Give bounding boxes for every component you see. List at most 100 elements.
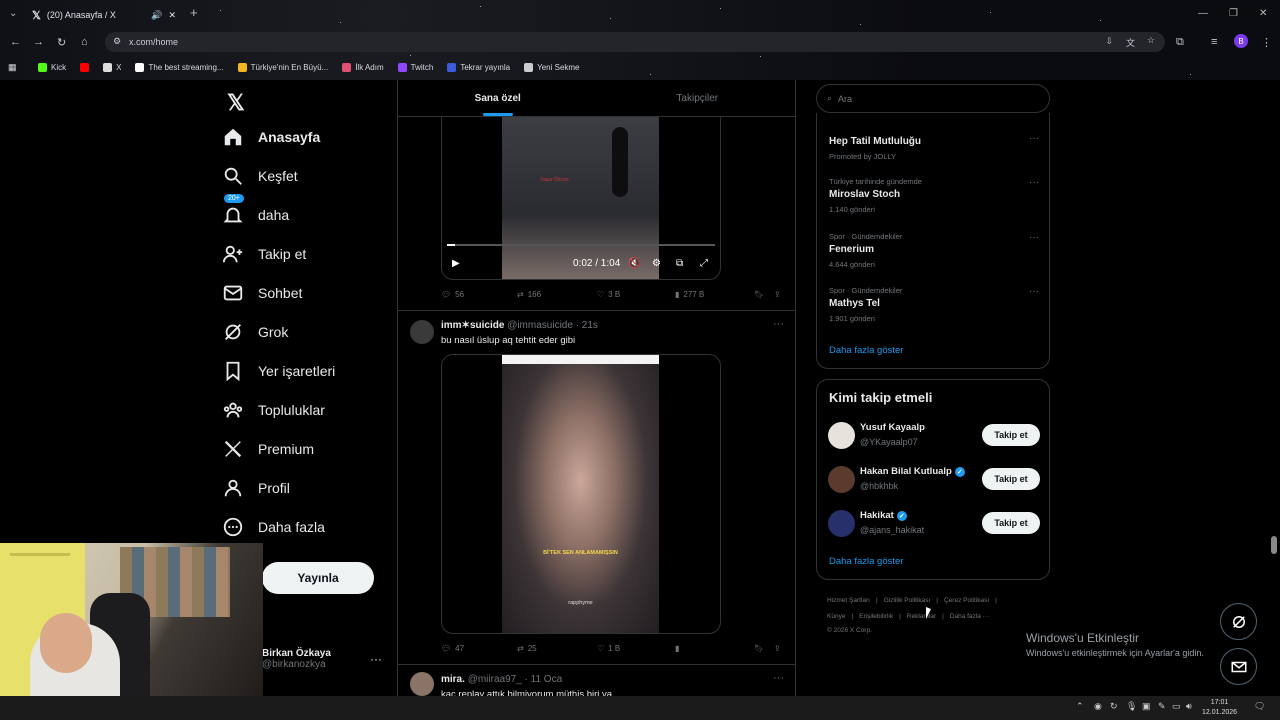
- bookmark-item[interactable]: Twitch: [397, 62, 433, 72]
- avatar[interactable]: [828, 422, 855, 449]
- reply-button[interactable]: 💬︎ 56: [441, 290, 464, 299]
- forward-icon[interactable]: →: [33, 36, 44, 48]
- bookmark-item[interactable]: Kick: [38, 62, 66, 72]
- video-progress-bar[interactable]: [447, 244, 715, 246]
- nav-item-7[interactable]: Yer işaretleri: [222, 360, 335, 382]
- follow-button[interactable]: Takip et: [982, 424, 1040, 446]
- nav-item-9[interactable]: Premium: [222, 438, 314, 460]
- account-switcher[interactable]: Birkan Özkaya @birkanozkya: [262, 648, 331, 670]
- avatar[interactable]: [410, 320, 434, 344]
- fullscreen-icon[interactable]: ⤢: [700, 258, 708, 269]
- bookmark-item[interactable]: [80, 62, 90, 72]
- follow-button[interactable]: Takip et: [982, 512, 1040, 534]
- trend-item[interactable]: Spor · Gündemdekiler Fenerium 4.644 gönder…: [829, 232, 1039, 269]
- site-info-icon[interactable]: ⚙: [113, 36, 121, 47]
- footer-link[interactable]: Künye: [827, 613, 845, 620]
- post-more-icon[interactable]: ···: [773, 672, 784, 684]
- footer-link[interactable]: Gizlilik Politikası: [884, 597, 931, 604]
- avatar[interactable]: [828, 510, 855, 537]
- repost-button[interactable]: ⇄ 25: [517, 644, 537, 653]
- tray-app-icon[interactable]: ◉: [1094, 701, 1102, 712]
- trend-item[interactable]: Hep Tatil Mutluluğu Promoted by JOLLY ···: [829, 133, 1039, 161]
- new-tab-icon[interactable]: +: [190, 5, 198, 20]
- avatar[interactable]: [410, 672, 434, 696]
- reply-button[interactable]: 💬︎ 47: [441, 644, 464, 653]
- profile-avatar[interactable]: B: [1234, 34, 1248, 48]
- follow-suggestion[interactable]: Hakan Bilal Kutlualp ✓ @hbkhbk Takip et: [828, 464, 1040, 494]
- like-button[interactable]: ♡ 1 B: [597, 644, 620, 653]
- mute-icon[interactable]: 🔇: [628, 258, 640, 269]
- nav-item-5[interactable]: Sohbet: [222, 282, 302, 304]
- views-button[interactable]: ▮ 277 B: [675, 290, 704, 299]
- post-more-icon[interactable]: ···: [773, 318, 784, 330]
- post-time[interactable]: · 11 Oca: [525, 674, 563, 685]
- account-more-icon[interactable]: ···: [370, 652, 382, 666]
- browser-menu-icon[interactable]: ⋮: [1261, 36, 1272, 49]
- minimize-icon[interactable]: —: [1198, 8, 1208, 19]
- bookmark-item[interactable]: Tekrar yayınla: [447, 62, 510, 72]
- tray-app2-icon[interactable]: ▣: [1142, 701, 1151, 712]
- tray-chevron-icon[interactable]: ⌃: [1076, 701, 1084, 712]
- avatar[interactable]: [828, 466, 855, 493]
- bookmark-item[interactable]: İlk Adım: [342, 62, 384, 72]
- like-button[interactable]: ♡ 3 B: [597, 290, 620, 299]
- nav-item-2[interactable]: Keşfet: [222, 165, 298, 187]
- share-button[interactable]: ⇪: [774, 290, 781, 299]
- tray-pen-icon[interactable]: ✎: [1158, 701, 1166, 712]
- nav-item-11[interactable]: Daha fazla: [222, 516, 325, 538]
- views-button[interactable]: ▮: [675, 644, 679, 653]
- search-box[interactable]: ⌕ Ara: [816, 84, 1050, 113]
- bookmark-item[interactable]: Yeni Sekme: [524, 62, 580, 72]
- follow-suggestion[interactable]: Yusuf Kayaalp @YKayaalp07 Takip et: [828, 420, 1040, 450]
- tab-following[interactable]: Takipçiler: [598, 80, 796, 116]
- trend-more-icon[interactable]: ···: [1029, 133, 1039, 144]
- trend-more-icon[interactable]: ···: [1029, 286, 1039, 297]
- video-settings-icon[interactable]: ⚙: [652, 258, 661, 269]
- network-icon[interactable]: ▭: [1172, 701, 1181, 712]
- media-controls-icon[interactable]: ≡: [1211, 36, 1217, 48]
- footer-link[interactable]: Erişilebilirlik: [859, 613, 893, 620]
- close-tab-icon[interactable]: ✕: [168, 10, 176, 21]
- browser-tab[interactable]: 𝕏 (20) Anasayfa / X 🔊 ✕: [24, 3, 184, 27]
- volume-icon[interactable]: 🔊︎: [1186, 701, 1192, 712]
- trend-item[interactable]: Türkiye tarihinde gündemde Miroslav Stoch…: [829, 177, 1039, 214]
- notifications-icon[interactable]: 🗨︎: [1254, 701, 1265, 712]
- trend-more-icon[interactable]: ···: [1029, 177, 1039, 188]
- footer-link[interactable]: Reklamlar: [907, 613, 936, 620]
- tab-list-chevron-icon[interactable]: ⌄: [9, 8, 17, 19]
- author-handle[interactable]: @miiraa97_: [468, 674, 522, 685]
- x-logo[interactable]: 𝕏: [227, 90, 245, 116]
- author-handle[interactable]: @immasuicide: [507, 320, 573, 331]
- install-icon[interactable]: ⇩: [1105, 36, 1113, 47]
- speaker-icon[interactable]: 🔊: [151, 10, 162, 21]
- nav-item-4[interactable]: Takip et: [222, 243, 306, 265]
- extensions-icon[interactable]: ⧉: [1176, 36, 1184, 49]
- follow-show-more[interactable]: Daha fazla göster: [829, 556, 903, 567]
- footer-link[interactable]: Hizmet Şartları: [827, 597, 870, 604]
- back-icon[interactable]: ←: [10, 36, 21, 48]
- bookmark-item[interactable]: The best streaming...: [135, 62, 224, 72]
- repost-button[interactable]: ⇄ 166: [517, 290, 541, 299]
- nav-item-3[interactable]: 20+ daha: [222, 194, 289, 226]
- follow-button[interactable]: Takip et: [982, 468, 1040, 490]
- post-media[interactable]: Bİ'TEK SEN ANLAMAMIŞSIN rapphyme: [441, 354, 721, 634]
- messages-float-button[interactable]: [1220, 648, 1257, 685]
- trend-item[interactable]: Spor · Gündemdekiler Mathys Tel 1.901 gönd…: [829, 286, 1039, 323]
- bookmark-post-button[interactable]: 🔖︎: [754, 290, 764, 299]
- share-button[interactable]: ⇪: [774, 644, 781, 653]
- post-time[interactable]: · 21s: [576, 320, 598, 331]
- nav-item-10[interactable]: Profil: [222, 477, 290, 499]
- trend-more-icon[interactable]: ···: [1029, 232, 1039, 243]
- address-bar[interactable]: ⚙ x.com/home ⇩ 文 ☆: [105, 32, 1165, 52]
- footer-link[interactable]: Daha fazla ···: [950, 613, 989, 620]
- mic-icon[interactable]: 🎙︎: [1126, 701, 1137, 712]
- author-name[interactable]: mira.: [441, 674, 465, 685]
- trends-show-more[interactable]: Daha fazla göster: [829, 345, 903, 356]
- nav-item-8[interactable]: Topluluklar: [222, 399, 325, 421]
- page-scrollbar[interactable]: [1271, 536, 1277, 554]
- tab-for-you[interactable]: Sana özel: [398, 80, 598, 116]
- close-window-icon[interactable]: ✕: [1259, 8, 1267, 19]
- bookmark-item[interactable]: Türkiye'nin En Büyü...: [237, 62, 328, 72]
- apps-grid-icon[interactable]: ▦: [8, 62, 17, 73]
- home-browser-icon[interactable]: ⌂: [81, 36, 88, 48]
